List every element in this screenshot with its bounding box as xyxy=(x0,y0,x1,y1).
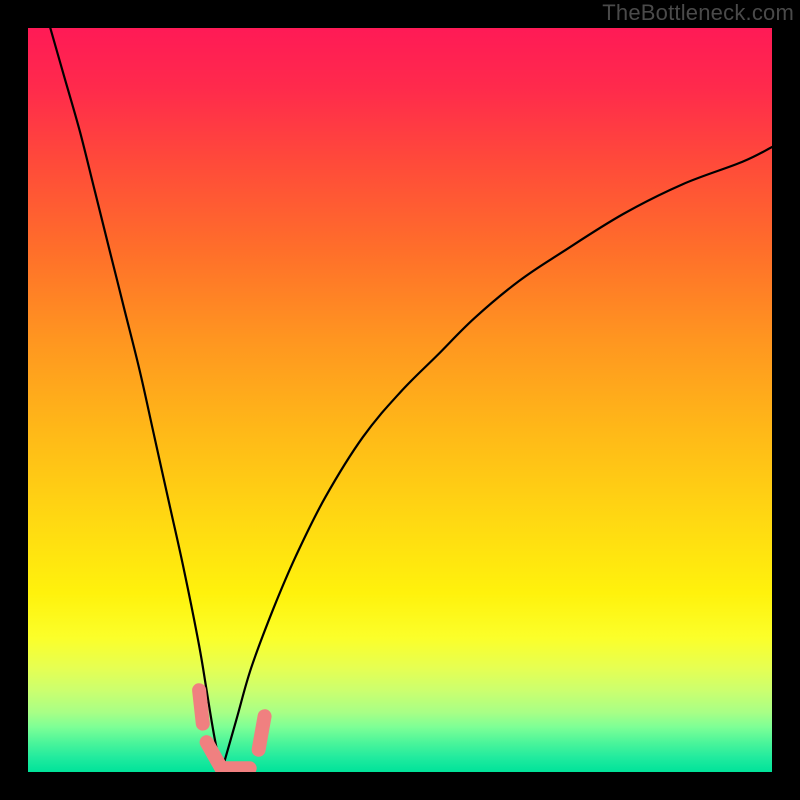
optimal-range-segment xyxy=(199,690,203,723)
curves-svg xyxy=(28,28,772,772)
plot-area xyxy=(28,28,772,772)
left-branch xyxy=(50,28,221,772)
watermark-text: TheBottleneck.com xyxy=(602,0,794,26)
optimal-range-segment xyxy=(259,716,265,750)
chart-frame: TheBottleneck.com xyxy=(0,0,800,800)
right-branch xyxy=(221,147,772,772)
